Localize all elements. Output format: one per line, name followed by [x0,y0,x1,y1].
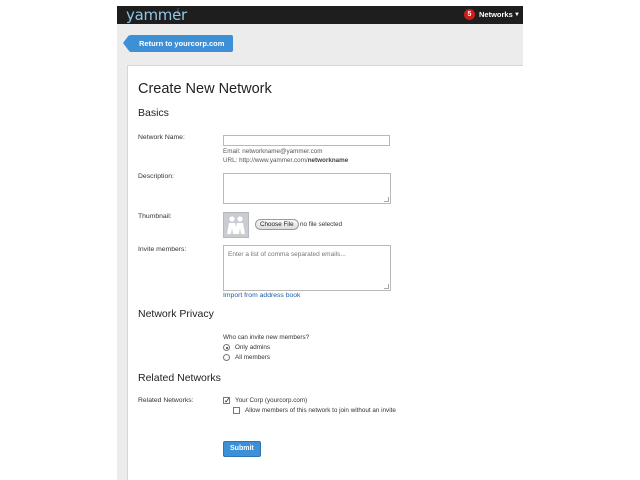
invite-members-label: Invite members: [138,246,187,253]
page-title: Create New Network [138,81,272,97]
only-admins-radio[interactable] [223,344,230,351]
yourcorp-checkbox-label: Your Corp (yourcorp.com) [235,397,308,404]
networks-menu[interactable]: Networks [479,10,513,20]
choose-file-button[interactable]: Choose File [255,219,299,230]
related-networks-heading: Related Networks [138,372,221,384]
email-hint: Email: networkname@yammer.com [223,148,323,155]
network-name-input[interactable] [223,135,390,146]
notification-badge[interactable]: 5 [464,9,475,20]
privacy-question: Who can invite new members? [223,334,310,341]
return-button[interactable]: Return to yourcorp.com [122,35,234,52]
all-members-radio[interactable] [223,354,230,361]
submit-button[interactable]: Submit [223,441,261,457]
allow-join-checkbox-label: Allow members of this network to join wi… [245,407,396,414]
chevron-down-icon[interactable]: ▼ [514,10,520,20]
only-admins-label: Only admins [235,344,270,351]
create-network-form: Create New Network Basics Network Name: … [127,65,523,480]
resize-grip-icon[interactable] [384,197,389,202]
allow-join-checkbox[interactable] [233,407,240,414]
top-navigation-bar: yammer ⋮ 5 Networks ▼ [117,6,523,24]
related-networks-label: Related Networks: [138,397,194,404]
network-privacy-heading: Network Privacy [138,308,214,320]
logo-dots-icon: ⋮ [175,9,181,15]
network-name-label: Network Name: [138,134,185,141]
yourcorp-checkbox[interactable]: ✓ [223,397,231,405]
invite-emails-textarea[interactable]: Enter a list of comma separated emails..… [223,245,391,291]
browser-frame: yammer ⋮ 5 Networks ▼ Return to yourcorp… [117,6,523,480]
resize-grip-icon[interactable] [384,284,389,289]
description-label: Description: [138,173,174,180]
no-file-text: no file selected [300,221,343,228]
description-textarea[interactable] [223,173,391,204]
url-hint: URL: http://www.yammer.com/networkname [223,157,349,164]
import-address-book-link[interactable]: Import from address book [223,291,300,300]
basics-heading: Basics [138,107,169,119]
thumbnail-placeholder-icon [223,212,249,238]
invite-placeholder: Enter a list of comma separated emails..… [228,251,346,258]
thumbnail-label: Thumbnail: [138,213,172,220]
all-members-label: All members [235,354,270,361]
